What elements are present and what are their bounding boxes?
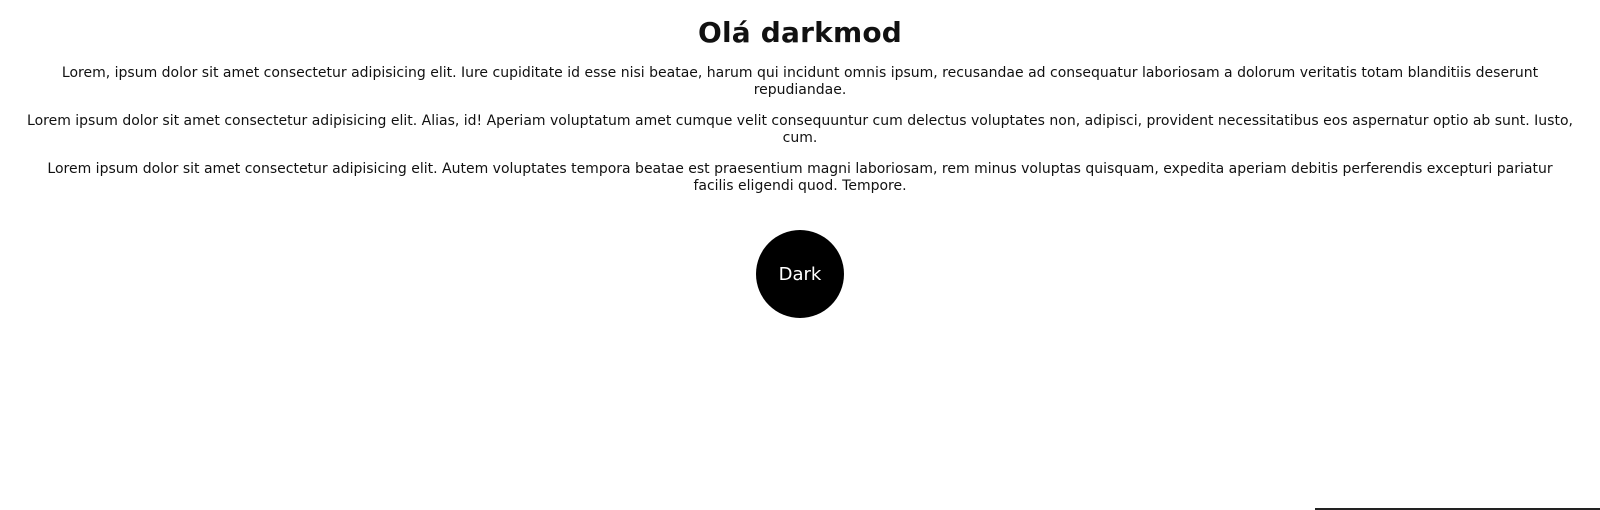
page-title: Olá darkmod [697,16,903,49]
paragraph-1: Lorem, ipsum dolor sit amet consectetur … [61,65,1539,98]
page: Olá darkmod Lorem, ipsum dolor sit amet … [0,0,1600,510]
paragraph-3: Lorem ipsum dolor sit amet consectetur a… [47,161,1553,194]
paragraph-2: Lorem ipsum dolor sit amet consectetur a… [27,113,1573,146]
toggle-container: Dark [20,230,1580,318]
dark-mode-toggle-button[interactable]: Dark [756,230,844,318]
